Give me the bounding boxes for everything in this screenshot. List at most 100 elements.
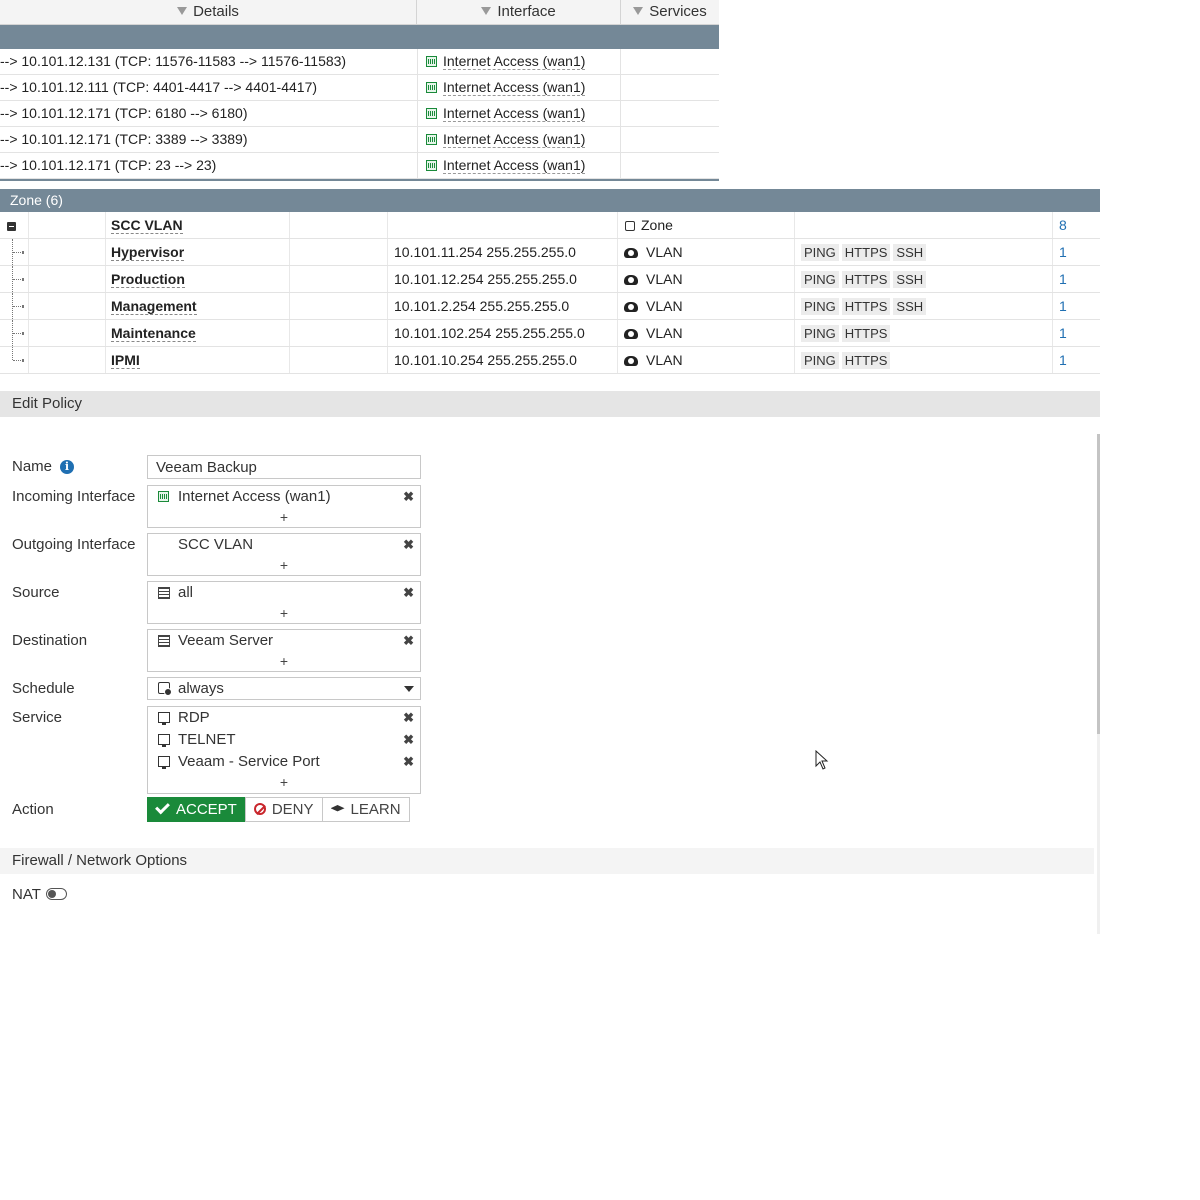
table-row-zone-parent[interactable]: SCC VLAN Zone 8	[0, 212, 1100, 239]
edit-policy-header: Edit Policy	[0, 391, 1100, 417]
vip-interface[interactable]: Internet Access (wan1)	[417, 49, 621, 74]
access-badge: PING	[801, 352, 839, 369]
ref-count-link[interactable]: 8	[1053, 212, 1100, 238]
deny-button[interactable]: DENY	[244, 797, 323, 822]
add-incoming-button[interactable]: +	[148, 508, 420, 528]
table-row[interactable]: Production 10.101.12.254 255.255.255.0 V…	[0, 266, 1100, 293]
service-entry[interactable]: RDP ✖	[148, 707, 420, 729]
source-label: Source	[12, 584, 60, 601]
incoming-interface-field[interactable]: Internet Access (wan1) ✖ +	[147, 485, 421, 528]
collapse-icon[interactable]	[7, 222, 16, 231]
service-field[interactable]: RDP ✖ TELNET ✖ Veaam - Service Port ✖ +	[147, 706, 421, 794]
table-row[interactable]: Hypervisor 10.101.11.254 255.255.255.0 V…	[0, 239, 1100, 266]
service-icon	[158, 734, 170, 747]
add-service-button[interactable]: +	[148, 773, 420, 793]
service-label: Service	[12, 709, 63, 726]
interface-icon	[426, 108, 437, 119]
interface-type: VLAN	[618, 266, 795, 292]
incoming-interface-label: Incoming Interface	[12, 488, 136, 505]
scrollbar-thumb[interactable]	[1097, 434, 1100, 734]
vlan-icon	[624, 329, 638, 339]
tree-line	[12, 347, 14, 360]
access-badge: PING	[801, 271, 839, 288]
service-entry[interactable]: TELNET ✖	[148, 729, 420, 751]
source-field[interactable]: all ✖ +	[147, 581, 421, 624]
table-row[interactable]: Maintenance 10.101.102.254 255.255.255.0…	[0, 320, 1100, 347]
vip-interface[interactable]: Internet Access (wan1)	[417, 101, 621, 126]
interface-name[interactable]: IPMI	[106, 347, 290, 373]
table-row[interactable]: IPMI 10.101.10.254 255.255.255.0 VLAN PI…	[0, 347, 1100, 374]
service-icon	[158, 756, 170, 769]
table-row[interactable]: --> 10.101.12.171 (TCP: 3389 --> 3389) I…	[0, 127, 719, 153]
table-row[interactable]: --> 10.101.12.171 (TCP: 23 --> 23) Inter…	[0, 153, 719, 179]
filter-icon[interactable]	[633, 7, 644, 15]
schedule-selected[interactable]: always	[148, 678, 420, 699]
interface-zone-table: Zone (6) SCC VLAN Zone 8 Hypervisor 10.1…	[0, 189, 1100, 374]
filter-icon[interactable]	[177, 7, 188, 15]
add-destination-button[interactable]: +	[148, 652, 420, 672]
access-badge: HTTPS	[841, 298, 891, 315]
table-row[interactable]: --> 10.101.12.111 (TCP: 4401-4417 --> 44…	[0, 75, 719, 101]
interface-ip: 10.101.10.254 255.255.255.0	[388, 347, 618, 373]
remove-icon[interactable]: ✖	[403, 729, 414, 751]
learn-button[interactable]: LEARN	[321, 797, 410, 822]
remove-icon[interactable]: ✖	[403, 707, 414, 729]
vip-interface[interactable]: Internet Access (wan1)	[417, 127, 621, 152]
vip-group-row[interactable]	[0, 25, 719, 49]
interface-name[interactable]: Hypervisor	[106, 239, 290, 265]
info-icon[interactable]: i	[60, 460, 75, 474]
interface-name[interactable]: Maintenance	[106, 320, 290, 346]
destination-entry[interactable]: Veeam Server ✖	[148, 630, 420, 652]
column-header-interface[interactable]: Interface	[417, 0, 621, 24]
policy-name-input[interactable]	[147, 455, 421, 479]
interface-type: VLAN	[618, 347, 795, 373]
column-header-services[interactable]: Services	[621, 0, 719, 24]
column-header-details[interactable]: Details	[0, 0, 417, 24]
remove-icon[interactable]: ✖	[403, 751, 414, 773]
access-badge: PING	[801, 298, 839, 315]
access-badge: SSH	[893, 298, 927, 315]
interface-icon	[426, 160, 437, 171]
nat-label: NAT	[12, 886, 41, 903]
ref-count-link[interactable]: 1	[1053, 347, 1100, 373]
zone-group-header[interactable]: Zone (6)	[0, 189, 1100, 212]
check-icon	[155, 799, 170, 815]
access-badge: HTTPS	[841, 352, 891, 369]
remove-icon[interactable]: ✖	[403, 630, 414, 652]
filter-icon[interactable]	[481, 7, 492, 15]
incoming-interface-entry[interactable]: Internet Access (wan1) ✖	[148, 486, 420, 508]
schedule-dropdown[interactable]: always	[147, 677, 421, 700]
action-label: Action	[12, 801, 54, 818]
access-badge: HTTPS	[841, 244, 891, 261]
ref-count-link[interactable]: 1	[1053, 320, 1100, 346]
ref-count-link[interactable]: 1	[1053, 266, 1100, 292]
nat-toggle[interactable]	[46, 888, 67, 900]
add-outgoing-button[interactable]: +	[148, 556, 420, 576]
vip-interface[interactable]: Internet Access (wan1)	[417, 75, 621, 100]
chevron-down-icon[interactable]	[404, 686, 414, 692]
tree-branch	[13, 359, 24, 362]
source-entry[interactable]: all ✖	[148, 582, 420, 604]
accept-button[interactable]: ACCEPT	[147, 797, 246, 822]
access-badge: SSH	[893, 244, 927, 261]
remove-icon[interactable]: ✖	[403, 534, 414, 556]
outgoing-interface-field[interactable]: SCC VLAN ✖ +	[147, 533, 421, 576]
outgoing-interface-entry[interactable]: SCC VLAN ✖	[148, 534, 420, 556]
interface-name[interactable]: Management	[106, 293, 290, 319]
table-row[interactable]: --> 10.101.12.171 (TCP: 6180 --> 6180) I…	[0, 101, 719, 127]
add-source-button[interactable]: +	[148, 604, 420, 624]
vlan-icon	[624, 275, 638, 285]
destination-label: Destination	[12, 632, 88, 649]
table-row[interactable]: Management 10.101.2.254 255.255.255.0 VL…	[0, 293, 1100, 320]
table-row[interactable]: --> 10.101.12.131 (TCP: 11576-11583 --> …	[0, 49, 719, 75]
remove-icon[interactable]: ✖	[403, 486, 414, 508]
ref-count-link[interactable]: 1	[1053, 239, 1100, 265]
vip-interface[interactable]: Internet Access (wan1)	[417, 153, 621, 178]
vip-details: --> 10.101.12.171 (TCP: 23 --> 23)	[0, 157, 217, 173]
ref-count-link[interactable]: 1	[1053, 293, 1100, 319]
destination-field[interactable]: Veeam Server ✖ +	[147, 629, 421, 672]
service-entry[interactable]: Veaam - Service Port ✖	[148, 751, 420, 773]
remove-icon[interactable]: ✖	[403, 582, 414, 604]
zone-name[interactable]: SCC VLAN	[106, 212, 290, 238]
interface-name[interactable]: Production	[106, 266, 290, 292]
